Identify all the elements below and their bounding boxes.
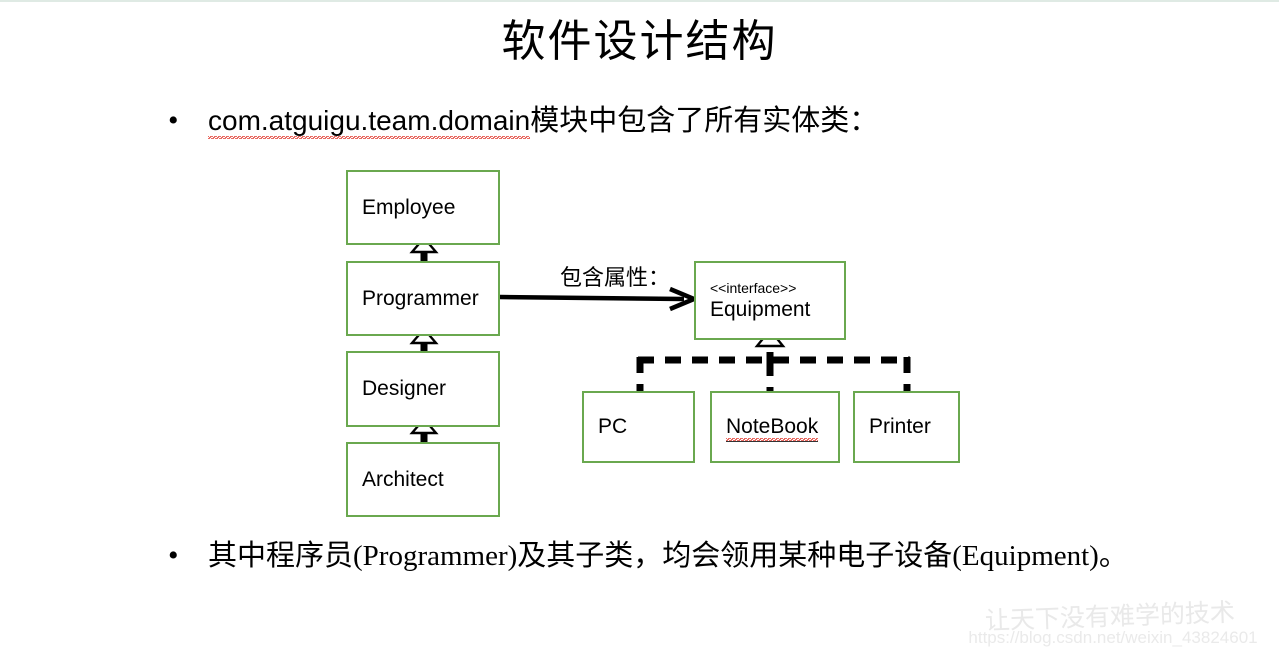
- bullet-text-2: 其中程序员(Programmer)及其子类，均会领用某种电子设备(Equipme…: [208, 540, 1128, 572]
- uml-class-box-architect[interactable]: Architect: [346, 442, 500, 517]
- bullet-item-2: • 其中程序员(Programmer)及其子类，均会领用某种电子设备(Equip…: [160, 536, 1240, 576]
- uml-class-name-equipment: Equipment: [710, 297, 811, 321]
- uml-class-name-employee: Employee: [362, 195, 456, 219]
- uml-class-box-employee[interactable]: Employee: [346, 170, 500, 245]
- uml-class-name-architect: Architect: [362, 467, 444, 491]
- uml-class-name-programmer: Programmer: [362, 286, 479, 310]
- uml-class-name-notebook: NoteBook: [712, 414, 838, 442]
- uml-class-name-printer: Printer: [869, 415, 931, 438]
- top-divider: [0, 0, 1279, 2]
- bullet-marker: •: [168, 104, 179, 137]
- uml-class-box-designer[interactable]: Designer: [346, 351, 500, 427]
- association-arrow-programmer-to-equipment: [499, 286, 700, 312]
- watermark-url: https://blog.csdn.net/weixin_43824601: [968, 628, 1258, 647]
- package-name-text: com.atguigu.team.domain: [208, 105, 531, 140]
- bullet-text-1-rest: 模块中包含了所有实体类：: [530, 105, 879, 137]
- uml-stereotype-interface: <<interface>>: [710, 279, 797, 296]
- uml-class-name-designer: Designer: [362, 377, 447, 400]
- page-title: 软件设计结构: [501, 17, 778, 66]
- uml-class-box-pc[interactable]: PC: [582, 391, 695, 463]
- uml-interface-box-equipment[interactable]: <<interface>> Equipment: [694, 261, 846, 340]
- bullet-item-1: • com.atguigu.team.domain模块中包含了所有实体类：: [160, 101, 1240, 141]
- bullet-text-1: com.atguigu.team.domain模块中包含了所有实体类：: [208, 101, 1240, 141]
- uml-class-name-notebook-text: NoteBook: [726, 415, 819, 442]
- association-label: 包含属性：: [560, 265, 671, 290]
- uml-class-box-printer[interactable]: Printer: [853, 391, 960, 463]
- slide-canvas: 软件设计结构 • com.atguigu.team.domain模块中包含了所有…: [0, 0, 1279, 660]
- uml-class-name-pc: PC: [598, 415, 628, 438]
- uml-class-box-notebook[interactable]: NoteBook: [710, 391, 840, 463]
- uml-class-box-programmer[interactable]: Programmer: [346, 261, 500, 336]
- bullet-marker: •: [168, 539, 179, 572]
